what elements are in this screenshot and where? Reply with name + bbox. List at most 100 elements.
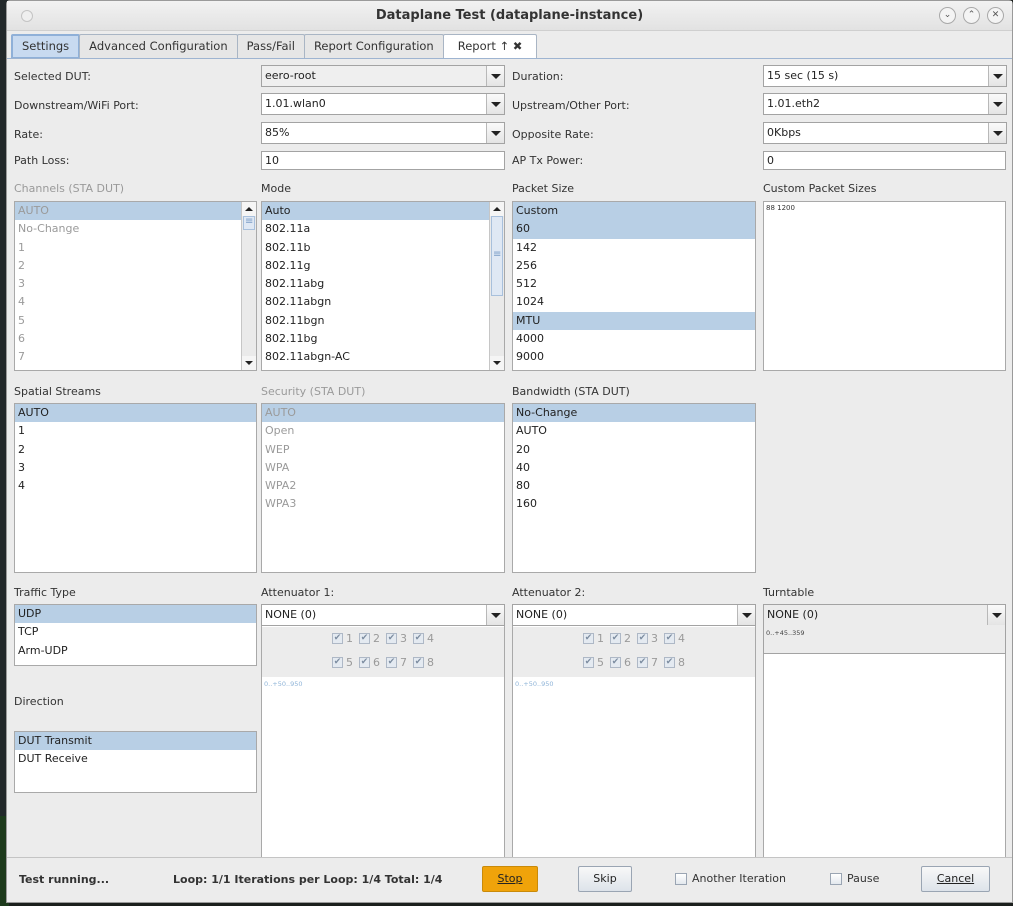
maximize-icon[interactable]: ⌃	[963, 7, 980, 24]
list-item[interactable]: 802.11abgn-AC	[262, 348, 489, 366]
tab-pass-fail[interactable]: Pass/Fail	[236, 34, 305, 59]
channels-scrollbar[interactable]	[241, 202, 256, 370]
list-item[interactable]: 9000	[513, 348, 755, 366]
tab-settings[interactable]: Settings	[11, 34, 81, 59]
list-item[interactable]: 5	[15, 312, 241, 330]
skip-button[interactable]: Skip	[578, 866, 632, 892]
list-item[interactable]: 20	[513, 441, 755, 459]
list-item[interactable]: 6	[15, 330, 241, 348]
security-list[interactable]: AUTO Open WEP WPA WPA2 WPA3	[261, 403, 505, 573]
scroll-up-icon[interactable]	[242, 202, 256, 216]
list-item[interactable]: 802.11abg	[262, 275, 489, 293]
list-item[interactable]: 60	[513, 220, 755, 239]
direction-list[interactable]: DUT Transmit DUT Receive	[14, 731, 257, 793]
list-item[interactable]: 1024	[513, 293, 755, 311]
chevron-down-icon[interactable]	[988, 94, 1006, 114]
list-item[interactable]: 802.11a	[262, 220, 489, 238]
scroll-down-icon[interactable]	[490, 356, 504, 370]
list-item[interactable]: 4	[15, 477, 256, 495]
list-item[interactable]: 4	[15, 293, 241, 311]
ap-tx-power-input[interactable]: 0	[763, 151, 1006, 170]
list-item[interactable]: 256	[513, 257, 755, 275]
list-item[interactable]: 802.11bgn	[262, 312, 489, 330]
checkbox-icon[interactable]	[830, 872, 842, 885]
list-item[interactable]: WPA3	[262, 495, 504, 513]
attenuator-channel-checkbox[interactable]: ✔ 6	[610, 656, 631, 669]
list-item[interactable]: WEP	[262, 441, 504, 459]
tab-report-configuration[interactable]: Report Configuration	[303, 34, 444, 59]
tab-advanced-configuration[interactable]: Advanced Configuration	[79, 34, 238, 59]
scroll-down-icon[interactable]	[242, 356, 256, 370]
attenuator-channel-checkbox[interactable]: ✔ 1	[583, 632, 604, 645]
stop-button[interactable]: Stop	[482, 866, 538, 892]
attenuator-channel-checkbox[interactable]: ✔ 7	[637, 656, 658, 669]
list-item[interactable]: 40	[513, 459, 755, 477]
tab-report[interactable]: Report ↑ ✖	[442, 34, 538, 59]
list-item[interactable]: No-Change	[513, 404, 755, 423]
attenuator-channel-checkbox[interactable]: ✔ 6	[359, 656, 380, 669]
scroll-up-icon[interactable]	[490, 202, 504, 216]
selected-dut-combo[interactable]: eero-root	[261, 65, 505, 87]
list-item[interactable]: 4000	[513, 330, 755, 348]
bandwidth-list[interactable]: No-Change AUTO 20 40 80 160	[512, 403, 756, 573]
list-item[interactable]: 160	[513, 495, 755, 513]
pause-checkbox[interactable]: Pause	[830, 872, 879, 885]
list-item[interactable]: UDP	[15, 605, 256, 624]
attenuator-channel-checkbox[interactable]: ✔ 2	[359, 632, 380, 645]
list-item[interactable]: DUT Transmit	[15, 732, 256, 751]
chevron-down-icon[interactable]	[486, 66, 504, 86]
list-item[interactable]: 1	[15, 239, 241, 257]
minimize-icon[interactable]: ⌄	[939, 7, 956, 24]
attenuator-channel-checkbox[interactable]: ✔ 3	[386, 632, 407, 645]
path-loss-input[interactable]: 10	[261, 151, 505, 170]
attenuator-channel-checkbox[interactable]: ✔ 7	[386, 656, 407, 669]
attenuator-channel-checkbox[interactable]: ✔ 8	[413, 656, 434, 669]
attenuator-channel-checkbox[interactable]: ✔ 5	[332, 656, 353, 669]
list-item[interactable]: 3	[15, 459, 256, 477]
packet-size-list[interactable]: Custom 60 142 256 512 1024 MTU 4000 9000	[512, 201, 756, 371]
attenuator-channel-checkbox[interactable]: ✔ 3	[637, 632, 658, 645]
list-item[interactable]: 3	[15, 275, 241, 293]
rate-combo[interactable]: 85%	[261, 122, 505, 144]
opposite-rate-combo[interactable]: 0Kbps	[763, 122, 1007, 144]
channels-list[interactable]: AUTO No-Change 1 2 3 4 5 6 7	[14, 201, 257, 371]
custom-packet-sizes-input[interactable]: 88 1200	[763, 201, 1006, 371]
list-item[interactable]: 80	[513, 477, 755, 495]
attenuator2-combo[interactable]: NONE (0)	[512, 604, 756, 626]
attenuator-channel-checkbox[interactable]: ✔ 8	[664, 656, 685, 669]
close-icon[interactable]: ✕	[987, 7, 1004, 24]
chevron-down-icon[interactable]	[486, 605, 504, 625]
list-item[interactable]: 142	[513, 239, 755, 257]
list-item[interactable]: Auto	[262, 202, 489, 221]
mode-list[interactable]: Auto 802.11a 802.11b 802.11g 802.11abg 802.11…	[261, 201, 505, 371]
list-item[interactable]: 802.11abgn	[262, 293, 489, 311]
attenuator-channel-checkbox[interactable]: ✔ 1	[332, 632, 353, 645]
cancel-button[interactable]: Cancel	[921, 866, 990, 892]
list-item[interactable]: 802.11b	[262, 239, 489, 257]
checkbox-icon[interactable]	[675, 872, 687, 885]
chevron-down-icon[interactable]	[737, 605, 755, 625]
chevron-down-icon[interactable]	[486, 94, 504, 114]
spatial-streams-list[interactable]: AUTO 1 2 3 4	[14, 403, 257, 573]
list-item[interactable]: 512	[513, 275, 755, 293]
list-item[interactable]: 7	[15, 348, 241, 366]
attenuator-channel-checkbox[interactable]: ✔ 4	[664, 632, 685, 645]
list-item[interactable]: AUTO	[15, 202, 241, 221]
upstream-port-combo[interactable]: 1.01.eth2	[763, 93, 1007, 115]
downstream-port-combo[interactable]: 1.01.wlan0	[261, 93, 505, 115]
list-item[interactable]: AUTO	[513, 422, 755, 440]
list-item[interactable]: Custom	[513, 202, 755, 221]
attenuator-channel-checkbox[interactable]: ✔ 5	[583, 656, 604, 669]
list-item[interactable]: 802.11g	[262, 257, 489, 275]
scroll-thumb[interactable]	[243, 216, 255, 230]
list-item[interactable]: No-Change	[15, 220, 241, 238]
traffic-type-list[interactable]: UDP TCP Arm-UDP	[14, 604, 257, 666]
list-item[interactable]: AUTO	[15, 404, 256, 423]
attenuator-channel-checkbox[interactable]: ✔ 2	[610, 632, 631, 645]
attenuator-channel-checkbox[interactable]: ✔ 4	[413, 632, 434, 645]
list-item[interactable]: Open	[262, 422, 504, 440]
list-item[interactable]: TCP	[15, 623, 256, 641]
chevron-down-icon[interactable]	[987, 605, 1005, 625]
scroll-thumb[interactable]	[491, 216, 503, 296]
attenuator1-combo[interactable]: NONE (0)	[261, 604, 505, 626]
